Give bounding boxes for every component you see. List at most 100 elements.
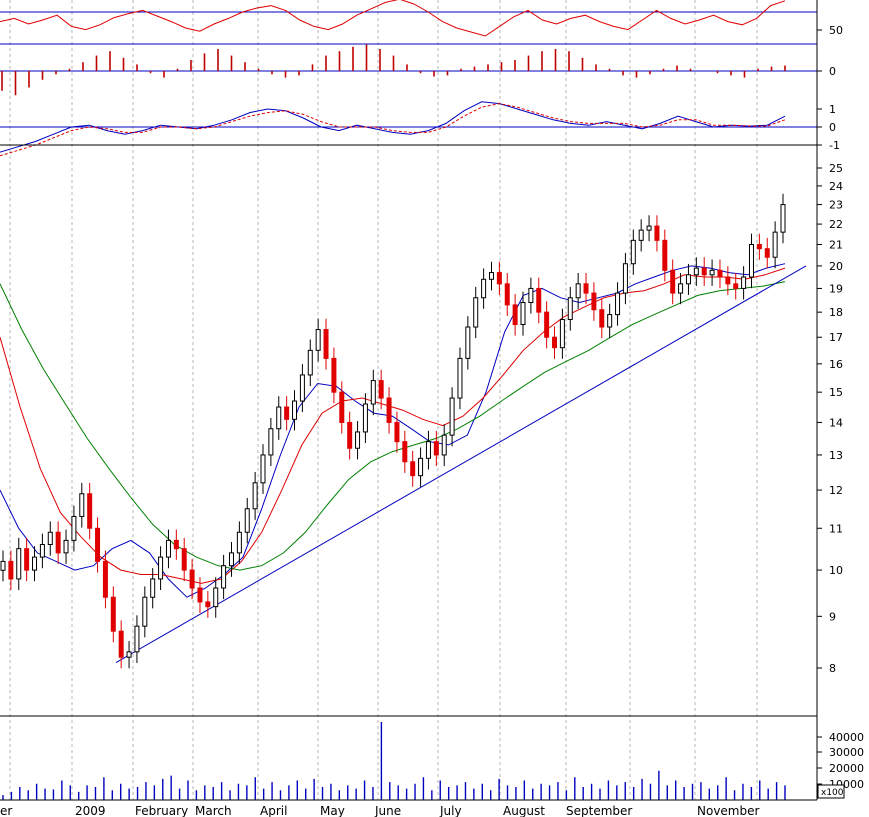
candle-up bbox=[575, 283, 581, 299]
x-axis: er 2009 February March April May June July Augus… bbox=[0, 804, 759, 817]
candle-up bbox=[79, 493, 85, 517]
candle-up bbox=[260, 454, 266, 484]
candle-up bbox=[158, 556, 164, 580]
candle-down bbox=[764, 248, 770, 258]
volume-tick-label: 20000 bbox=[829, 762, 864, 775]
macd-tick-label: 1 bbox=[829, 103, 836, 116]
vertical-gridlines bbox=[9, 0, 758, 800]
y-axis: 50010-1252423222120191817161514131211109… bbox=[817, 24, 864, 799]
candle-up bbox=[292, 400, 298, 420]
price-tick-label: 14 bbox=[829, 416, 843, 429]
candle-up bbox=[276, 406, 282, 430]
candle-down bbox=[323, 329, 329, 359]
candle-down bbox=[662, 239, 668, 271]
candle-down bbox=[496, 272, 502, 285]
candle-up bbox=[71, 515, 77, 541]
oscillator-panel bbox=[0, 0, 817, 45]
candle-down bbox=[378, 380, 384, 399]
candle-up bbox=[142, 596, 148, 627]
candle-up bbox=[63, 539, 69, 554]
candle-down bbox=[394, 421, 400, 443]
candle-up bbox=[709, 269, 715, 276]
candle-up bbox=[418, 457, 424, 477]
candle-down bbox=[552, 336, 558, 349]
x-tick-label: April bbox=[260, 804, 287, 817]
candle-up bbox=[47, 531, 53, 546]
moving-average-3 bbox=[0, 281, 786, 571]
candle-down bbox=[331, 357, 337, 393]
candle-down bbox=[205, 601, 211, 608]
candle-down bbox=[402, 441, 408, 463]
support-trendline bbox=[115, 265, 807, 663]
candle-down bbox=[181, 548, 187, 571]
candle-up bbox=[488, 272, 494, 280]
candle-up bbox=[236, 531, 242, 554]
candle-up bbox=[370, 380, 376, 405]
candle-up bbox=[449, 397, 455, 436]
x-tick-label: May bbox=[320, 804, 345, 817]
candle-up bbox=[315, 329, 321, 351]
stock-chart: 50010-1252423222120191817161514131211109… bbox=[0, 0, 864, 817]
candle-up bbox=[150, 578, 156, 598]
candle-down bbox=[55, 531, 61, 554]
candle-up bbox=[567, 297, 573, 321]
candle-up bbox=[481, 278, 487, 299]
candle-up bbox=[221, 565, 227, 589]
candle-up bbox=[685, 274, 691, 285]
candle-up bbox=[630, 239, 636, 265]
candle-down bbox=[347, 421, 353, 449]
candle-up bbox=[638, 229, 644, 241]
price-tick-label: 9 bbox=[829, 610, 836, 623]
candle-up bbox=[473, 297, 479, 328]
candle-up bbox=[362, 403, 368, 433]
x-tick-label: August bbox=[503, 804, 545, 817]
candle-up bbox=[465, 326, 471, 359]
price-tick-label: 24 bbox=[829, 180, 843, 193]
x-tick-label: September bbox=[566, 804, 632, 817]
candle-down bbox=[410, 461, 416, 477]
candle-down bbox=[591, 292, 597, 311]
macd-panel bbox=[0, 101, 817, 157]
x-tick-label: June bbox=[374, 804, 401, 817]
candle-down bbox=[339, 391, 345, 423]
x-tick-label: November bbox=[697, 804, 759, 817]
histogram-panel bbox=[0, 44, 817, 96]
candle-down bbox=[189, 569, 195, 589]
x-tick-label: July bbox=[439, 804, 462, 817]
candle-up bbox=[678, 283, 684, 294]
candle-up bbox=[646, 225, 652, 231]
oscillator-tick-label: 50 bbox=[829, 24, 843, 37]
candle-up bbox=[441, 434, 447, 456]
candle-up bbox=[32, 556, 38, 571]
x-tick-label: March bbox=[195, 804, 232, 817]
candle-up bbox=[244, 508, 250, 533]
candle-down bbox=[756, 244, 762, 250]
candle-down bbox=[118, 630, 124, 658]
price-tick-label: 11 bbox=[829, 522, 843, 535]
candle-up bbox=[622, 263, 628, 294]
candle-up bbox=[528, 287, 534, 304]
x-tick-label: February bbox=[135, 804, 188, 817]
volume-tick-label: 30000 bbox=[829, 746, 864, 759]
candle-up bbox=[39, 544, 45, 558]
histogram-tick-label: 0 bbox=[829, 65, 836, 78]
candle-down bbox=[197, 587, 203, 603]
oscillator-line bbox=[0, 0, 786, 37]
macd-signal-line bbox=[0, 103, 786, 157]
candle-up bbox=[607, 314, 613, 328]
price-tick-label: 19 bbox=[829, 282, 843, 295]
candle-down bbox=[733, 283, 739, 289]
candle-up bbox=[741, 276, 747, 289]
candle-down bbox=[536, 287, 542, 313]
candle-up bbox=[748, 244, 754, 278]
x-tick-label: er bbox=[0, 804, 12, 817]
candle-down bbox=[504, 283, 510, 306]
candle-down bbox=[433, 441, 439, 456]
candle-up bbox=[780, 204, 786, 233]
candle-up bbox=[307, 349, 313, 376]
candle-down bbox=[583, 283, 589, 294]
candle-up bbox=[16, 548, 22, 580]
candle-up bbox=[520, 302, 526, 326]
candle-up bbox=[693, 267, 699, 276]
price-tick-label: 25 bbox=[829, 162, 843, 175]
